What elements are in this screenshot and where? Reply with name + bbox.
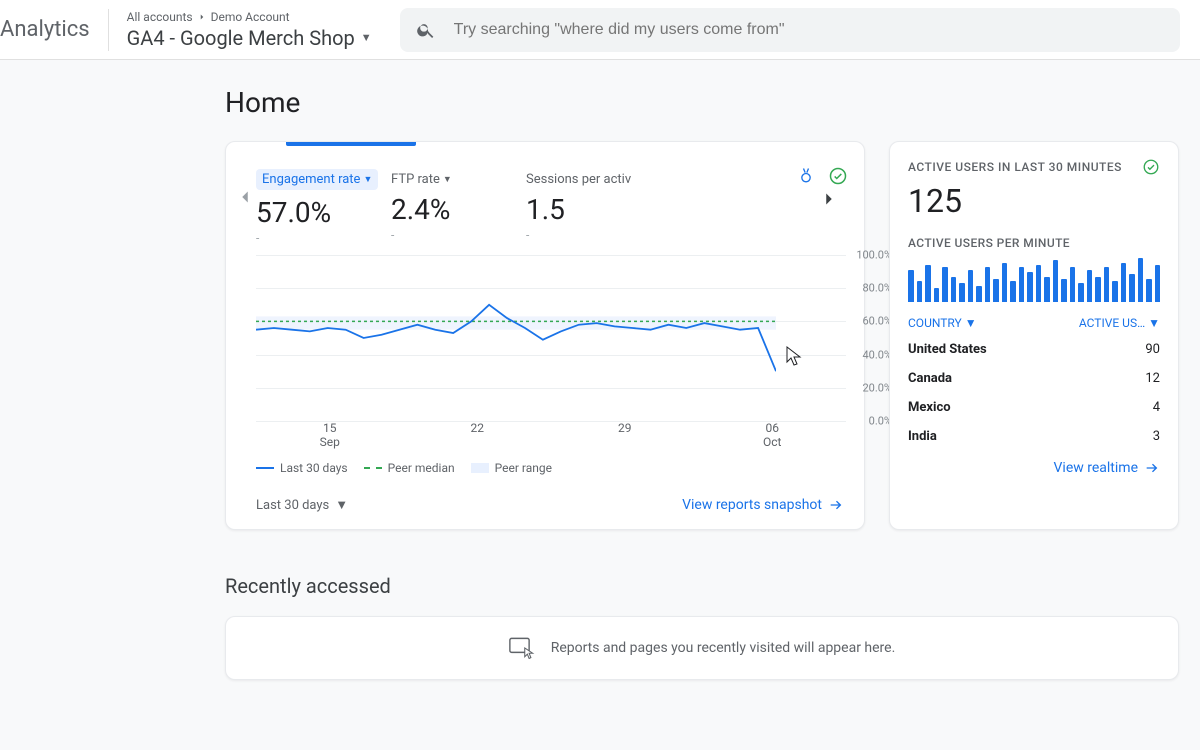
minute-bar	[1155, 265, 1161, 302]
x-axis-tick: 15Sep	[256, 421, 404, 455]
metric-value: 1.5	[526, 193, 661, 226]
minute-bar	[951, 277, 957, 302]
x-axis-tick: 29	[551, 421, 699, 455]
minute-bar	[1087, 270, 1093, 302]
caret-down-icon: ▼	[443, 174, 452, 185]
minute-bar	[1121, 263, 1127, 302]
metric-label[interactable]: Sessions per activ	[526, 172, 631, 187]
y-axis-tick: 80.0%	[862, 282, 892, 295]
table-row: Canada12	[908, 359, 1160, 388]
realtime-title: ACTIVE USERS IN LAST 30 MINUTES	[908, 160, 1122, 174]
table-row: Mexico4	[908, 388, 1160, 417]
minute-bar	[1061, 279, 1067, 302]
page-title: Home	[225, 86, 1200, 119]
caret-down-icon: ▼	[1148, 316, 1160, 330]
metric-delta: -	[526, 228, 661, 242]
arrow-right-icon	[1144, 460, 1160, 476]
view-reports-snapshot-link[interactable]: View reports snapshot	[682, 497, 844, 513]
metric-ftp-rate[interactable]: FTP rate ▼ 2.4% -	[391, 168, 526, 242]
active-users-column-header[interactable]: ACTIVE US… ▼	[1079, 316, 1160, 330]
caret-down-icon: ▼	[965, 316, 977, 330]
minute-bar	[1095, 277, 1101, 302]
caret-down-icon: ▼	[363, 174, 372, 185]
minute-bar	[959, 283, 965, 302]
metric-delta: -	[391, 228, 526, 242]
metric-value: 2.4%	[391, 193, 526, 226]
metric-label[interactable]: Engagement rate ▼	[256, 169, 378, 190]
reports-cursor-icon	[509, 637, 537, 659]
recently-accessed-empty-text: Reports and pages you recently visited w…	[551, 640, 896, 656]
users-per-minute-chart	[908, 258, 1160, 302]
metrics-next-button[interactable]	[812, 182, 846, 216]
breadcrumb[interactable]: All accounts Demo Account	[127, 10, 372, 24]
metric-engagement-rate[interactable]: Engagement rate ▼ 57.0% -	[256, 168, 391, 245]
check-circle-icon[interactable]	[828, 166, 848, 186]
minute-bar	[993, 279, 999, 302]
realtime-card: ACTIVE USERS IN LAST 30 MINUTES 125 ACTI…	[889, 141, 1179, 530]
minute-bar	[976, 286, 982, 302]
metric-value: 57.0%	[256, 196, 391, 229]
y-axis-tick: 40.0%	[862, 348, 892, 361]
recently-accessed-empty: Reports and pages you recently visited w…	[225, 616, 1179, 680]
minute-bar	[934, 288, 940, 302]
minute-bar	[1129, 274, 1135, 302]
chevron-right-icon	[818, 188, 840, 210]
caret-down-icon: ▼	[361, 31, 372, 44]
metric-label[interactable]: FTP rate ▼	[391, 172, 452, 187]
table-row: India3	[908, 417, 1160, 446]
minute-bar	[1146, 279, 1152, 302]
property-selector[interactable]: GA4 - Google Merch Shop ▼	[127, 26, 372, 50]
realtime-subtitle: ACTIVE USERS PER MINUTE	[908, 236, 1160, 250]
minute-bar	[968, 270, 974, 302]
x-axis-tick: 22	[404, 421, 552, 455]
view-realtime-link[interactable]: View realtime	[1054, 460, 1160, 476]
arrow-right-icon	[828, 497, 844, 513]
chevron-right-icon	[197, 12, 207, 22]
minute-bar	[1010, 281, 1016, 302]
y-axis-tick: 20.0%	[862, 381, 892, 394]
minute-bar	[917, 281, 923, 302]
minute-bar	[985, 267, 991, 302]
search-bar[interactable]	[400, 8, 1180, 52]
property-name: GA4 - Google Merch Shop	[127, 26, 355, 50]
minute-bar	[1138, 258, 1144, 302]
search-input[interactable]	[454, 21, 1164, 39]
check-circle-icon[interactable]	[1142, 158, 1160, 176]
metric-sessions-per-active[interactable]: Sessions per activ 1.5 -	[526, 168, 661, 242]
table-row: United States90	[908, 330, 1160, 359]
caret-down-icon: ▼	[335, 497, 348, 513]
recently-accessed-heading: Recently accessed	[225, 574, 1200, 598]
y-axis-tick: 60.0%	[862, 315, 892, 328]
insights-medal-icon[interactable]	[796, 166, 816, 186]
minute-bar	[1104, 267, 1110, 302]
country-column-header[interactable]: COUNTRY ▼	[908, 316, 977, 330]
engagement-chart: 100.0%80.0%60.0%40.0%20.0%0.0% 15Sep2229…	[256, 255, 846, 455]
breadcrumb-account[interactable]: Demo Account	[211, 10, 290, 24]
minute-bar	[1053, 260, 1059, 302]
minute-bar	[942, 267, 948, 302]
minute-bar	[925, 265, 931, 302]
metric-delta: -	[256, 231, 391, 245]
minute-bar	[1036, 265, 1042, 302]
minute-bar	[908, 270, 914, 302]
y-axis-tick: 100.0%	[856, 249, 892, 262]
cursor-icon	[784, 345, 804, 367]
x-axis-tick: 06Oct	[699, 421, 847, 455]
minute-bar	[1019, 267, 1025, 302]
chart-legend: Last 30 days Peer median Peer range	[226, 455, 864, 487]
minute-bar	[1002, 263, 1008, 302]
minute-bar	[1070, 267, 1076, 302]
app-brand: Analytics	[0, 9, 109, 51]
minute-bar	[1078, 283, 1084, 302]
date-range-selector[interactable]: Last 30 days▼	[256, 497, 348, 513]
minute-bar	[1112, 281, 1118, 302]
search-icon	[416, 20, 436, 40]
overview-card: Engagement rate ▼ 57.0% - FTP rate ▼ 2.4…	[225, 141, 865, 530]
realtime-active-users: 125	[908, 182, 1160, 220]
minute-bar	[1044, 277, 1050, 302]
breadcrumb-all-accounts[interactable]: All accounts	[127, 10, 193, 24]
minute-bar	[1027, 272, 1033, 302]
